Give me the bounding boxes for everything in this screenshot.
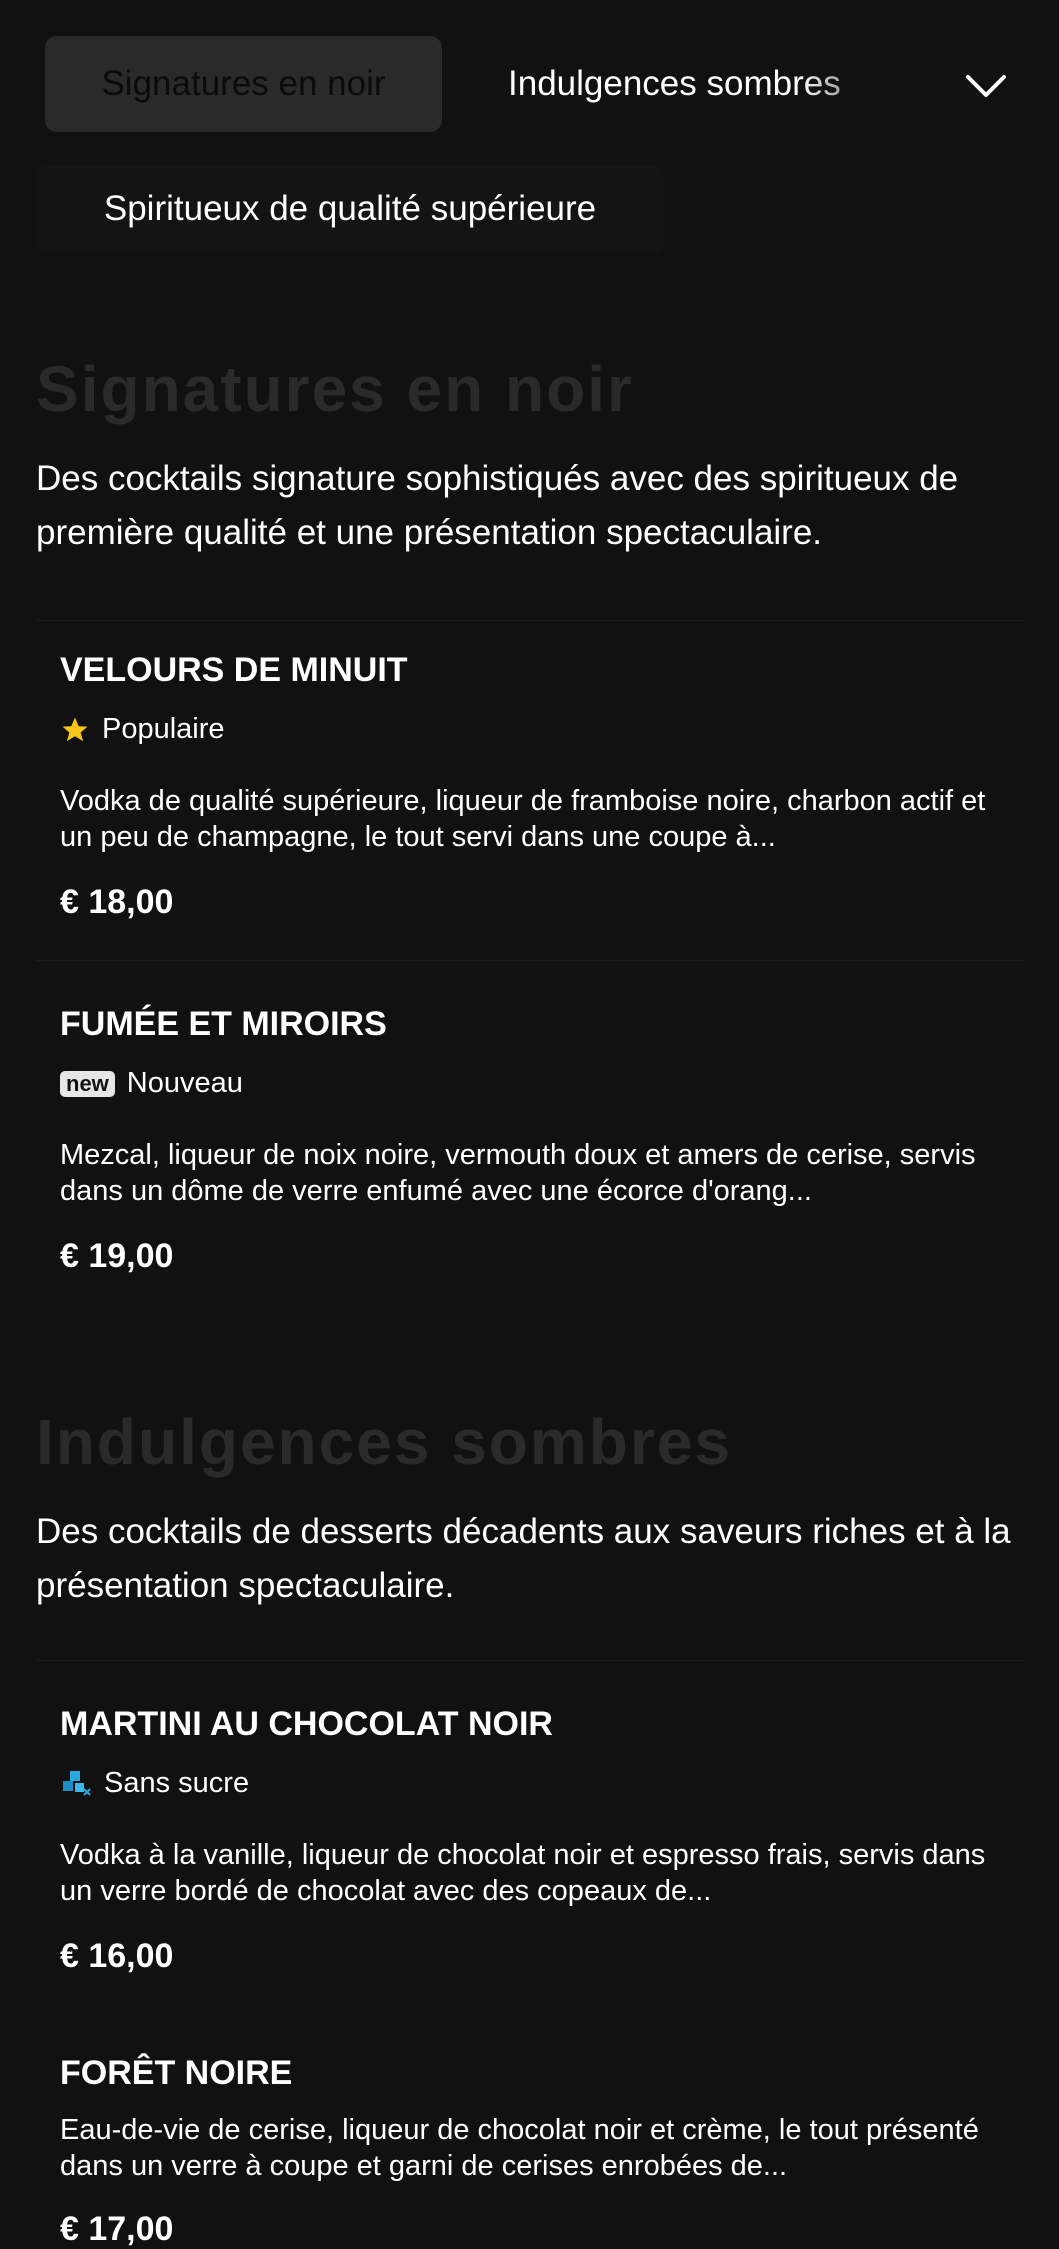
item-tag-label: Sans sucre <box>104 1767 250 1799</box>
new-badge-text: new <box>60 1070 115 1097</box>
item-price: € 19,00 <box>60 1237 174 1275</box>
item-description: Vodka à la vanille, liqueur de chocolat … <box>60 1839 986 1907</box>
item-tag-popular: Populaire <box>60 713 225 746</box>
section-description: Des cocktails signature sophistiqués ave… <box>36 459 959 552</box>
item-description: Vodka de qualité supérieure, liqueur de … <box>60 785 986 853</box>
tab-scroll-fade <box>800 36 940 132</box>
item-description: Eau-de-vie de cerise, liqueur de chocola… <box>60 2114 979 2182</box>
item-name: FORÊT NOIRE <box>60 2054 293 2092</box>
item-name: MARTINI AU CHOCOLAT NOIR <box>60 1705 553 1743</box>
tab-signatures-en-noir[interactable]: Signatures en noir <box>45 36 442 132</box>
chevron-down-icon[interactable] <box>960 60 1012 112</box>
section-description: Des cocktails de desserts décadents aux … <box>36 1512 1011 1605</box>
item-tag-sugar-free: Sans sucre <box>60 1767 249 1800</box>
item-tag-label: Populaire <box>102 713 225 745</box>
menu-item-card[interactable]: FUMÉE ET MIROIRS new Nouveau Mezcal, liq… <box>36 960 1024 1291</box>
menu-item-card[interactable]: VELOURS DE MINUIT Populaire Vodka de qua… <box>36 620 1024 971</box>
section-title: Indulgences sombres <box>36 1406 732 1478</box>
item-description: Mezcal, liqueur de noix noire, vermouth … <box>60 1139 976 1207</box>
sugar-free-icon <box>60 1769 92 1799</box>
item-tag-label: Nouveau <box>126 1067 243 1099</box>
item-price: € 16,00 <box>60 1937 174 1975</box>
item-name: VELOURS DE MINUIT <box>60 651 408 689</box>
new-badge-icon: new <box>60 1070 115 1097</box>
item-price: € 18,00 <box>60 883 174 921</box>
item-tag-new: new Nouveau <box>60 1067 243 1100</box>
star-icon <box>60 715 90 745</box>
item-name: FUMÉE ET MIROIRS <box>60 1005 387 1043</box>
section-title: Signatures en noir <box>36 353 634 425</box>
tab-spiritueux[interactable]: Spiritueux de qualité supérieure <box>36 166 664 252</box>
menu-item-card[interactable]: FORÊT NOIRE Eau-de-vie de cerise, liqueu… <box>36 2010 1024 2248</box>
menu-item-card[interactable]: MARTINI AU CHOCOLAT NOIR Sans sucre Vodk… <box>36 1660 1024 2001</box>
item-price: € 17,00 <box>60 2210 174 2248</box>
category-nav: Signatures en noir Indulgences sombres S… <box>0 0 1059 270</box>
